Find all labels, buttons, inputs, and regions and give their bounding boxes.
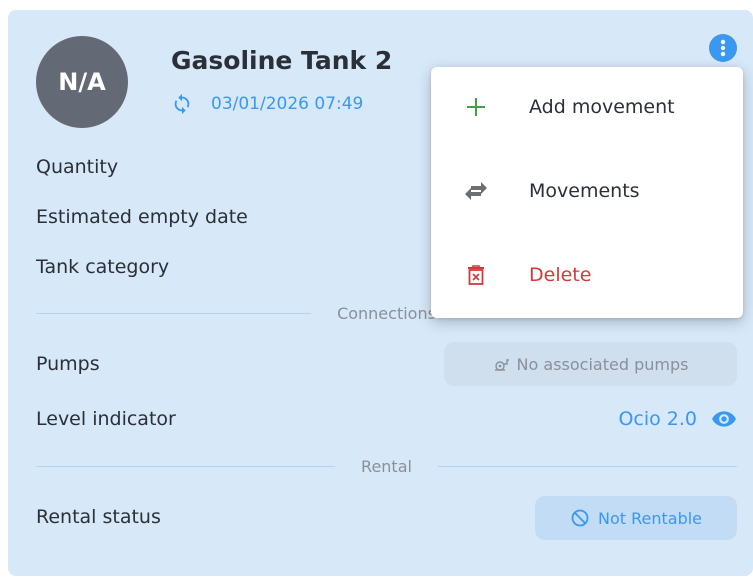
kebab-icon — [720, 39, 726, 57]
pump-icon — [493, 355, 511, 373]
block-icon — [570, 508, 590, 528]
avatar: N/A — [36, 36, 128, 128]
rental-status-label: Rental status — [36, 506, 161, 528]
sync-icon[interactable] — [171, 93, 193, 115]
menu-item-movements[interactable]: Movements — [431, 151, 743, 231]
trash-icon — [463, 262, 489, 288]
more-options-button[interactable] — [709, 34, 737, 62]
rental-status-text: Not Rentable — [597, 508, 703, 528]
menu-item-add-movement[interactable]: Add movement — [431, 67, 743, 147]
tank-title: Gasoline Tank 2 — [171, 46, 393, 75]
sync-row: 03/01/2026 07:49 — [171, 93, 363, 115]
quantity-label: Quantity — [36, 156, 119, 178]
tank-category-label: Tank category — [36, 256, 170, 278]
rental-status-chip: Not Rentable — [535, 496, 737, 540]
menu-item-label: Delete — [529, 264, 592, 286]
no-pumps-text: No associated pumps — [516, 354, 689, 374]
eye-icon[interactable] — [711, 406, 737, 432]
level-indicator-label: Level indicator — [36, 408, 176, 430]
menu-item-label: Movements — [529, 180, 640, 202]
swap-arrows-icon — [463, 178, 489, 204]
options-menu: Add movement Movements Delete — [431, 67, 743, 318]
no-pumps-chip: No associated pumps — [444, 342, 737, 386]
level-indicator-name[interactable]: Ocio 2.0 — [618, 408, 697, 430]
pumps-label: Pumps — [36, 353, 100, 375]
rental-section-label: Rental — [361, 456, 412, 476]
plus-icon — [463, 94, 489, 120]
level-indicator-value[interactable]: Ocio 2.0 — [618, 406, 737, 432]
menu-item-label: Add movement — [529, 96, 675, 118]
sync-datetime: 03/01/2026 07:49 — [211, 94, 364, 114]
rental-divider: Rental — [36, 456, 737, 476]
estimated-empty-date-label: Estimated empty date — [36, 206, 248, 228]
menu-item-delete[interactable]: Delete — [431, 235, 743, 315]
